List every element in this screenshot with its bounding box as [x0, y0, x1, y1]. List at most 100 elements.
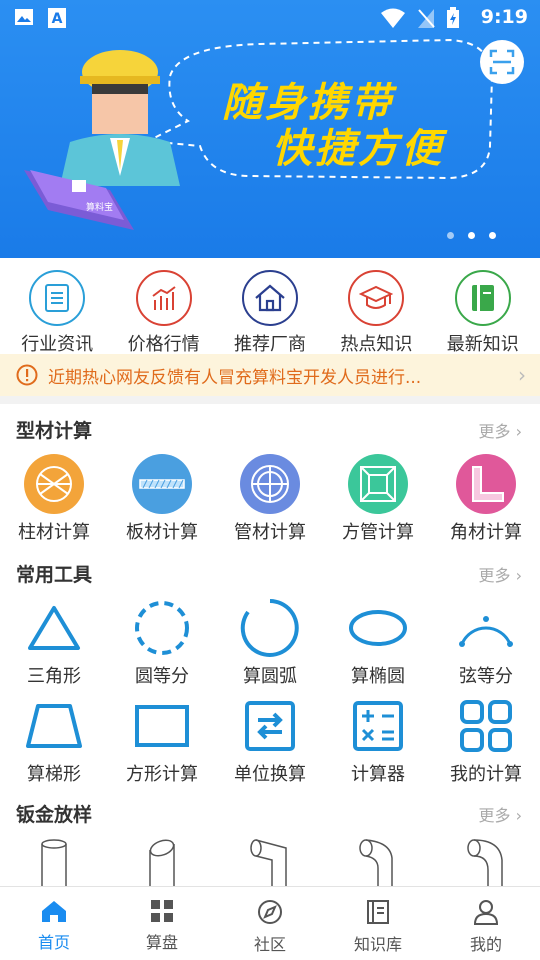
notice-text: 近期热心网友反馈有人冒充算料宝开发人员进行...: [48, 367, 422, 388]
sheet-metal-cylinder[interactable]: [0, 838, 108, 886]
more-link[interactable]: 更多 ›: [479, 418, 523, 442]
quick-nav-industry-news[interactable]: 行业资讯: [4, 258, 110, 355]
battery-charging-icon: [447, 7, 459, 28]
tool-label: 算梯形: [27, 764, 81, 785]
tab-abacus[interactable]: 算盘: [108, 887, 216, 960]
book-icon: [454, 270, 511, 326]
calc-label: 方管计算: [342, 522, 414, 543]
calc-label: 角材计算: [450, 522, 522, 543]
bottom-tab-bar: 首页 算盘 社区 知识库 我的: [0, 886, 540, 960]
exchange-icon: [240, 696, 300, 756]
tool-label: 圆等分: [135, 666, 189, 687]
tab-home[interactable]: 首页: [0, 887, 108, 960]
wifi-icon: [381, 8, 405, 28]
section-title: 常用工具: [16, 564, 93, 586]
calculator-icon: [348, 696, 408, 756]
sheet-metal-elbow-1[interactable]: [216, 838, 324, 886]
tool-rectangle[interactable]: 方形计算: [108, 696, 216, 786]
calc-angle[interactable]: 角材计算: [432, 454, 540, 544]
no-signal-icon: [418, 9, 435, 28]
tool-label: 我的计算: [450, 764, 522, 785]
tab-label: 首页: [37, 933, 70, 952]
calc-label: 柱材计算: [18, 522, 90, 543]
quick-nav-price-trends[interactable]: 价格行情: [111, 258, 217, 355]
svg-text:A: A: [52, 11, 63, 27]
calc-label: 板材计算: [126, 522, 198, 543]
tab-label: 社区: [253, 935, 286, 954]
tool-ellipse[interactable]: 算椭圆: [324, 598, 432, 688]
tool-calculator[interactable]: 计算器: [324, 696, 432, 786]
quick-nav-label: 热点知识: [340, 334, 413, 355]
banner[interactable]: A 9:19 算料宝 随身携带 快捷方便: [0, 0, 540, 258]
grid-apps-icon: [456, 696, 516, 756]
cylinder-pipe-icon: [41, 839, 67, 886]
warning-icon: [16, 364, 38, 386]
more-label: 更多: [478, 806, 511, 825]
tool-triangle[interactable]: 三角形: [0, 598, 108, 688]
more-link[interactable]: 更多 ›: [479, 562, 523, 586]
quick-nav-latest-knowledge[interactable]: 最新知识: [430, 258, 536, 355]
angle-calc-icon: [456, 454, 516, 514]
calc-pipe[interactable]: 管材计算: [216, 454, 324, 544]
price-chart-icon: [135, 270, 192, 326]
tool-label: 算椭圆: [351, 666, 405, 687]
quick-nav-label: 行业资讯: [21, 334, 94, 355]
carousel-dot-active[interactable]: [468, 232, 475, 239]
quick-nav-recommended-vendors[interactable]: 推荐厂商: [217, 258, 323, 355]
carousel-dot[interactable]: [489, 232, 496, 239]
user-icon: [473, 900, 499, 925]
tab-me[interactable]: 我的: [432, 887, 540, 960]
quick-nav: 行业资讯 价格行情 推荐厂商 热点知识 最新知识: [0, 258, 540, 355]
graduation-cap-icon: [348, 270, 405, 326]
font-a-icon: A: [48, 8, 66, 28]
news-icon: [29, 270, 86, 326]
elbow-pipe-icon: [467, 839, 503, 886]
pipe-calc-icon: [240, 454, 300, 514]
sheet-metal-elbow-2[interactable]: [324, 838, 432, 886]
tool-my-calculations[interactable]: 我的计算: [432, 696, 540, 786]
tool-label: 弦等分: [459, 666, 513, 687]
carousel-dot[interactable]: [447, 232, 454, 239]
ellipse-icon: [348, 598, 408, 658]
plate-calc-icon: [132, 454, 192, 514]
phone-caption: 算料宝: [86, 203, 114, 213]
scan-button[interactable]: [480, 40, 524, 84]
status-time: 9:19: [480, 6, 528, 28]
carousel-dots[interactable]: [447, 232, 496, 239]
tool-unit-convert[interactable]: 单位换算: [216, 696, 324, 786]
elbow-pipe-icon: [359, 839, 393, 886]
calc-square-tube[interactable]: 方管计算: [324, 454, 432, 544]
sheet-metal-elbow-3[interactable]: [432, 838, 540, 886]
more-link[interactable]: 更多 ›: [479, 802, 523, 826]
sheet-metal-oblique-cut[interactable]: [108, 838, 216, 886]
tab-community[interactable]: 社区: [216, 887, 324, 960]
tool-label: 方形计算: [126, 764, 198, 785]
column-calc-icon: [24, 454, 84, 514]
tab-knowledge-base[interactable]: 知识库: [324, 887, 432, 960]
tool-chord-divide[interactable]: 弦等分: [432, 598, 540, 688]
banner-slogan-2: 快捷方便: [272, 126, 444, 172]
quick-nav-label: 最新知识: [446, 334, 519, 355]
quick-nav-hot-knowledge[interactable]: 热点知识: [323, 258, 429, 355]
chord-icon: [456, 598, 516, 658]
chevron-right-icon[interactable]: ›: [518, 363, 526, 387]
section-title: 钣金放样: [16, 804, 93, 826]
quick-nav-label: 推荐厂商: [233, 334, 306, 355]
status-bar: A 9:19: [0, 0, 540, 36]
tool-circle-divide[interactable]: 圆等分: [108, 598, 216, 688]
tool-label: 算圆弧: [243, 666, 297, 687]
more-label: 更多: [478, 566, 511, 585]
quick-nav-label: 价格行情: [127, 334, 200, 355]
dashed-circle-icon: [132, 598, 192, 658]
tool-trapezoid[interactable]: 算梯形: [0, 696, 108, 786]
tool-label: 计算器: [351, 764, 405, 785]
elbow-pipe-icon: [250, 839, 287, 886]
house-icon: [241, 270, 298, 326]
notice-bar[interactable]: 近期热心网友反馈有人冒充算料宝开发人员进行... ›: [0, 354, 540, 396]
calc-plate[interactable]: 板材计算: [108, 454, 216, 544]
tool-label: 三角形: [27, 666, 81, 687]
grid-icon: [151, 900, 173, 922]
calc-column[interactable]: 柱材计算: [0, 454, 108, 544]
rectangle-icon: [132, 696, 192, 756]
tool-arc[interactable]: 算圆弧: [216, 598, 324, 688]
